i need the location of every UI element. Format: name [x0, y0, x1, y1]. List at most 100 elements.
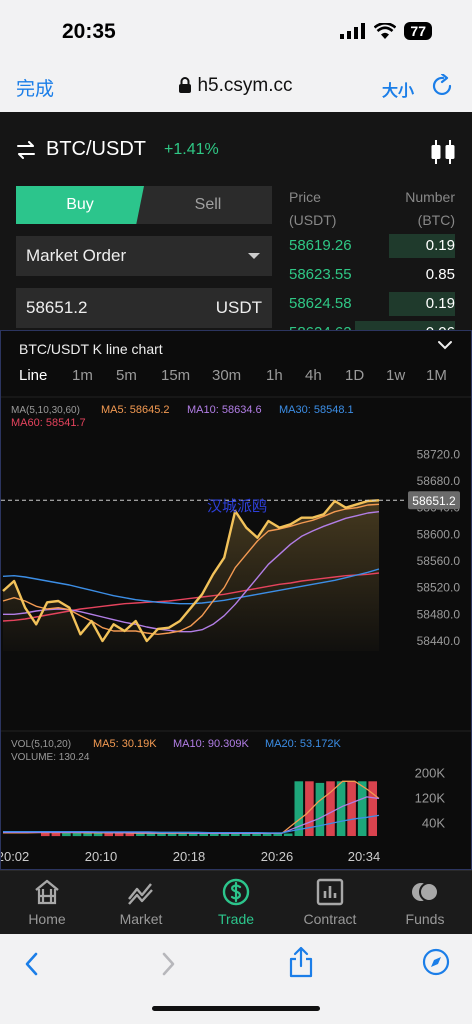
current-price-label: 58651.2 — [412, 494, 456, 508]
share-icon[interactable] — [288, 946, 314, 978]
ma30-legend: MA30: 58548.1 — [279, 404, 354, 416]
volume-bar — [188, 833, 198, 836]
volume-bar — [262, 833, 272, 836]
time-axis-tick: 20:26 — [261, 849, 294, 864]
tab-label: Contract — [303, 911, 357, 927]
time-axis-tick: 20:02 — [1, 849, 29, 864]
volume-bar — [273, 833, 282, 836]
volume-bar — [315, 782, 325, 836]
timeframe-5m[interactable]: 5m — [116, 367, 137, 384]
kline-chart[interactable]: MA(5,10,30,60) MA5: 58645.2 MA10: 58634.6 M… — [1, 331, 471, 869]
number-header: Number — [405, 189, 455, 205]
volume-bar — [220, 833, 230, 836]
time-axis-tick: 20:10 — [85, 849, 118, 864]
tab-label: Market — [119, 911, 163, 927]
timeframe-1m[interactable]: 1m — [72, 367, 93, 384]
tab-home[interactable]: Home — [0, 877, 94, 927]
timeframe-15m[interactable]: 15m — [161, 367, 190, 384]
kline-title: BTC/USDT K line chart — [19, 341, 163, 357]
status-bar: 20:35 77 — [0, 0, 472, 62]
ma10-legend: MA10: 58634.6 — [187, 404, 262, 416]
trade-screen: BTC/USDT +1.41% Buy Sell Market Order 58… — [0, 112, 472, 934]
volume-bar — [252, 833, 261, 836]
sell-button[interactable]: Sell — [144, 186, 272, 224]
text-size-button[interactable]: 大小 — [382, 77, 414, 101]
price-axis-tick: 58680.0 — [417, 474, 461, 488]
order-type-value: Market Order — [26, 246, 127, 265]
order-book-number: 0.19 — [425, 237, 455, 254]
timeframe-tabs: Line 1m 5m 15m 30m 1h 4h 1D 1w 1M — [1, 367, 472, 391]
funds-icon — [412, 882, 439, 902]
time-axis-tick: 20:34 — [348, 849, 381, 864]
watermark-text: 汉城派鸥 — [207, 498, 267, 515]
price-unit-header: (USDT) — [289, 212, 337, 228]
reload-icon[interactable] — [432, 74, 454, 98]
price-axis-tick: 58600.0 — [417, 527, 461, 541]
timeframe-1w[interactable]: 1w — [386, 367, 405, 384]
order-book-number: 0.85 — [425, 266, 455, 283]
price-header: Price — [289, 189, 321, 205]
url-text: h5.csym.cc — [197, 75, 293, 96]
price-axis-tick: 58560.0 — [417, 554, 461, 568]
tab-funds[interactable]: Funds — [378, 877, 472, 927]
volume-bar — [241, 833, 251, 836]
vol-ma5-legend: MA5: 30.19K — [93, 738, 157, 750]
buy-button[interactable]: Buy — [16, 186, 144, 224]
order-book-number: 0.19 — [425, 295, 455, 312]
tab-label: Home — [28, 911, 66, 927]
volume-bar — [146, 833, 156, 836]
volume-bar — [167, 833, 177, 836]
timeframe-1d[interactable]: 1D — [345, 367, 364, 384]
swap-pair-icon[interactable] — [16, 140, 36, 159]
candlestick-chart-icon[interactable] — [430, 138, 456, 166]
price-unit: USDT — [215, 298, 262, 317]
compass-icon[interactable] — [422, 948, 450, 976]
price-axis-tick: 58480.0 — [417, 607, 461, 621]
volume-bar — [199, 833, 208, 836]
volume-axis-tick: 120K — [415, 791, 446, 806]
collapse-chevron-icon[interactable] — [437, 339, 453, 351]
timeframe-4h[interactable]: 4h — [305, 367, 322, 384]
kline-panel: MA(5,10,30,60) MA5: 58645.2 MA10: 58634.6 M… — [0, 330, 472, 870]
browser-bar: 完成 h5.csym.cc 大小 — [0, 62, 472, 112]
tab-market[interactable]: Market — [94, 877, 188, 927]
order-book-price: 58619.26 — [289, 237, 352, 254]
ma60-legend: MA60: 58541.7 — [11, 417, 86, 429]
price-axis-tick: 58520.0 — [417, 581, 461, 595]
order-book-price: 58623.55 — [289, 266, 352, 283]
timeframe-30m[interactable]: 30m — [212, 367, 241, 384]
contract-icon — [316, 878, 344, 906]
order-book-row[interactable]: 58619.26 0.19 — [289, 232, 455, 261]
tab-trade[interactable]: Trade — [189, 877, 283, 927]
volume-axis-tick: 200K — [415, 766, 446, 781]
pair-name: BTC/USDT — [46, 138, 146, 160]
status-icons: 77 — [340, 22, 432, 40]
timeframe-1h[interactable]: 1h — [266, 367, 283, 384]
price-axis-tick: 58720.0 — [417, 447, 461, 461]
order-type-select[interactable]: Market Order — [16, 236, 272, 276]
ma5-legend: MA5: 58645.2 — [101, 404, 170, 416]
forward-icon[interactable] — [158, 950, 178, 978]
pair-header[interactable]: BTC/USDT +1.41% — [16, 138, 219, 161]
order-book-row[interactable]: 58624.58 0.19 — [289, 290, 455, 319]
price-axis-tick: 58440.0 — [417, 634, 461, 648]
volume-bar — [136, 833, 145, 836]
back-icon[interactable] — [22, 950, 42, 978]
home-icon — [35, 879, 59, 905]
lock-icon — [179, 77, 192, 93]
order-book-row[interactable]: 58623.55 0.85 — [289, 261, 455, 290]
price-value: 58651.2 — [26, 298, 88, 317]
volume-bar — [231, 833, 240, 836]
tab-label: Funds — [405, 911, 445, 927]
bottom-tab-bar: Home Market Trade Contract Funds — [0, 870, 472, 934]
volume-bar — [157, 833, 166, 836]
volume-bar — [210, 833, 219, 836]
timeframe-line[interactable]: Line — [19, 367, 47, 384]
price-input[interactable]: 58651.2 USDT — [16, 288, 272, 328]
timeframe-1m[interactable]: 1M — [426, 367, 447, 384]
tab-contract[interactable]: Contract — [283, 877, 377, 927]
signal-icon — [340, 23, 366, 39]
vol-legend-header: VOL(5,10,20) — [11, 739, 71, 750]
market-icon — [128, 883, 153, 905]
home-indicator — [152, 1006, 320, 1011]
